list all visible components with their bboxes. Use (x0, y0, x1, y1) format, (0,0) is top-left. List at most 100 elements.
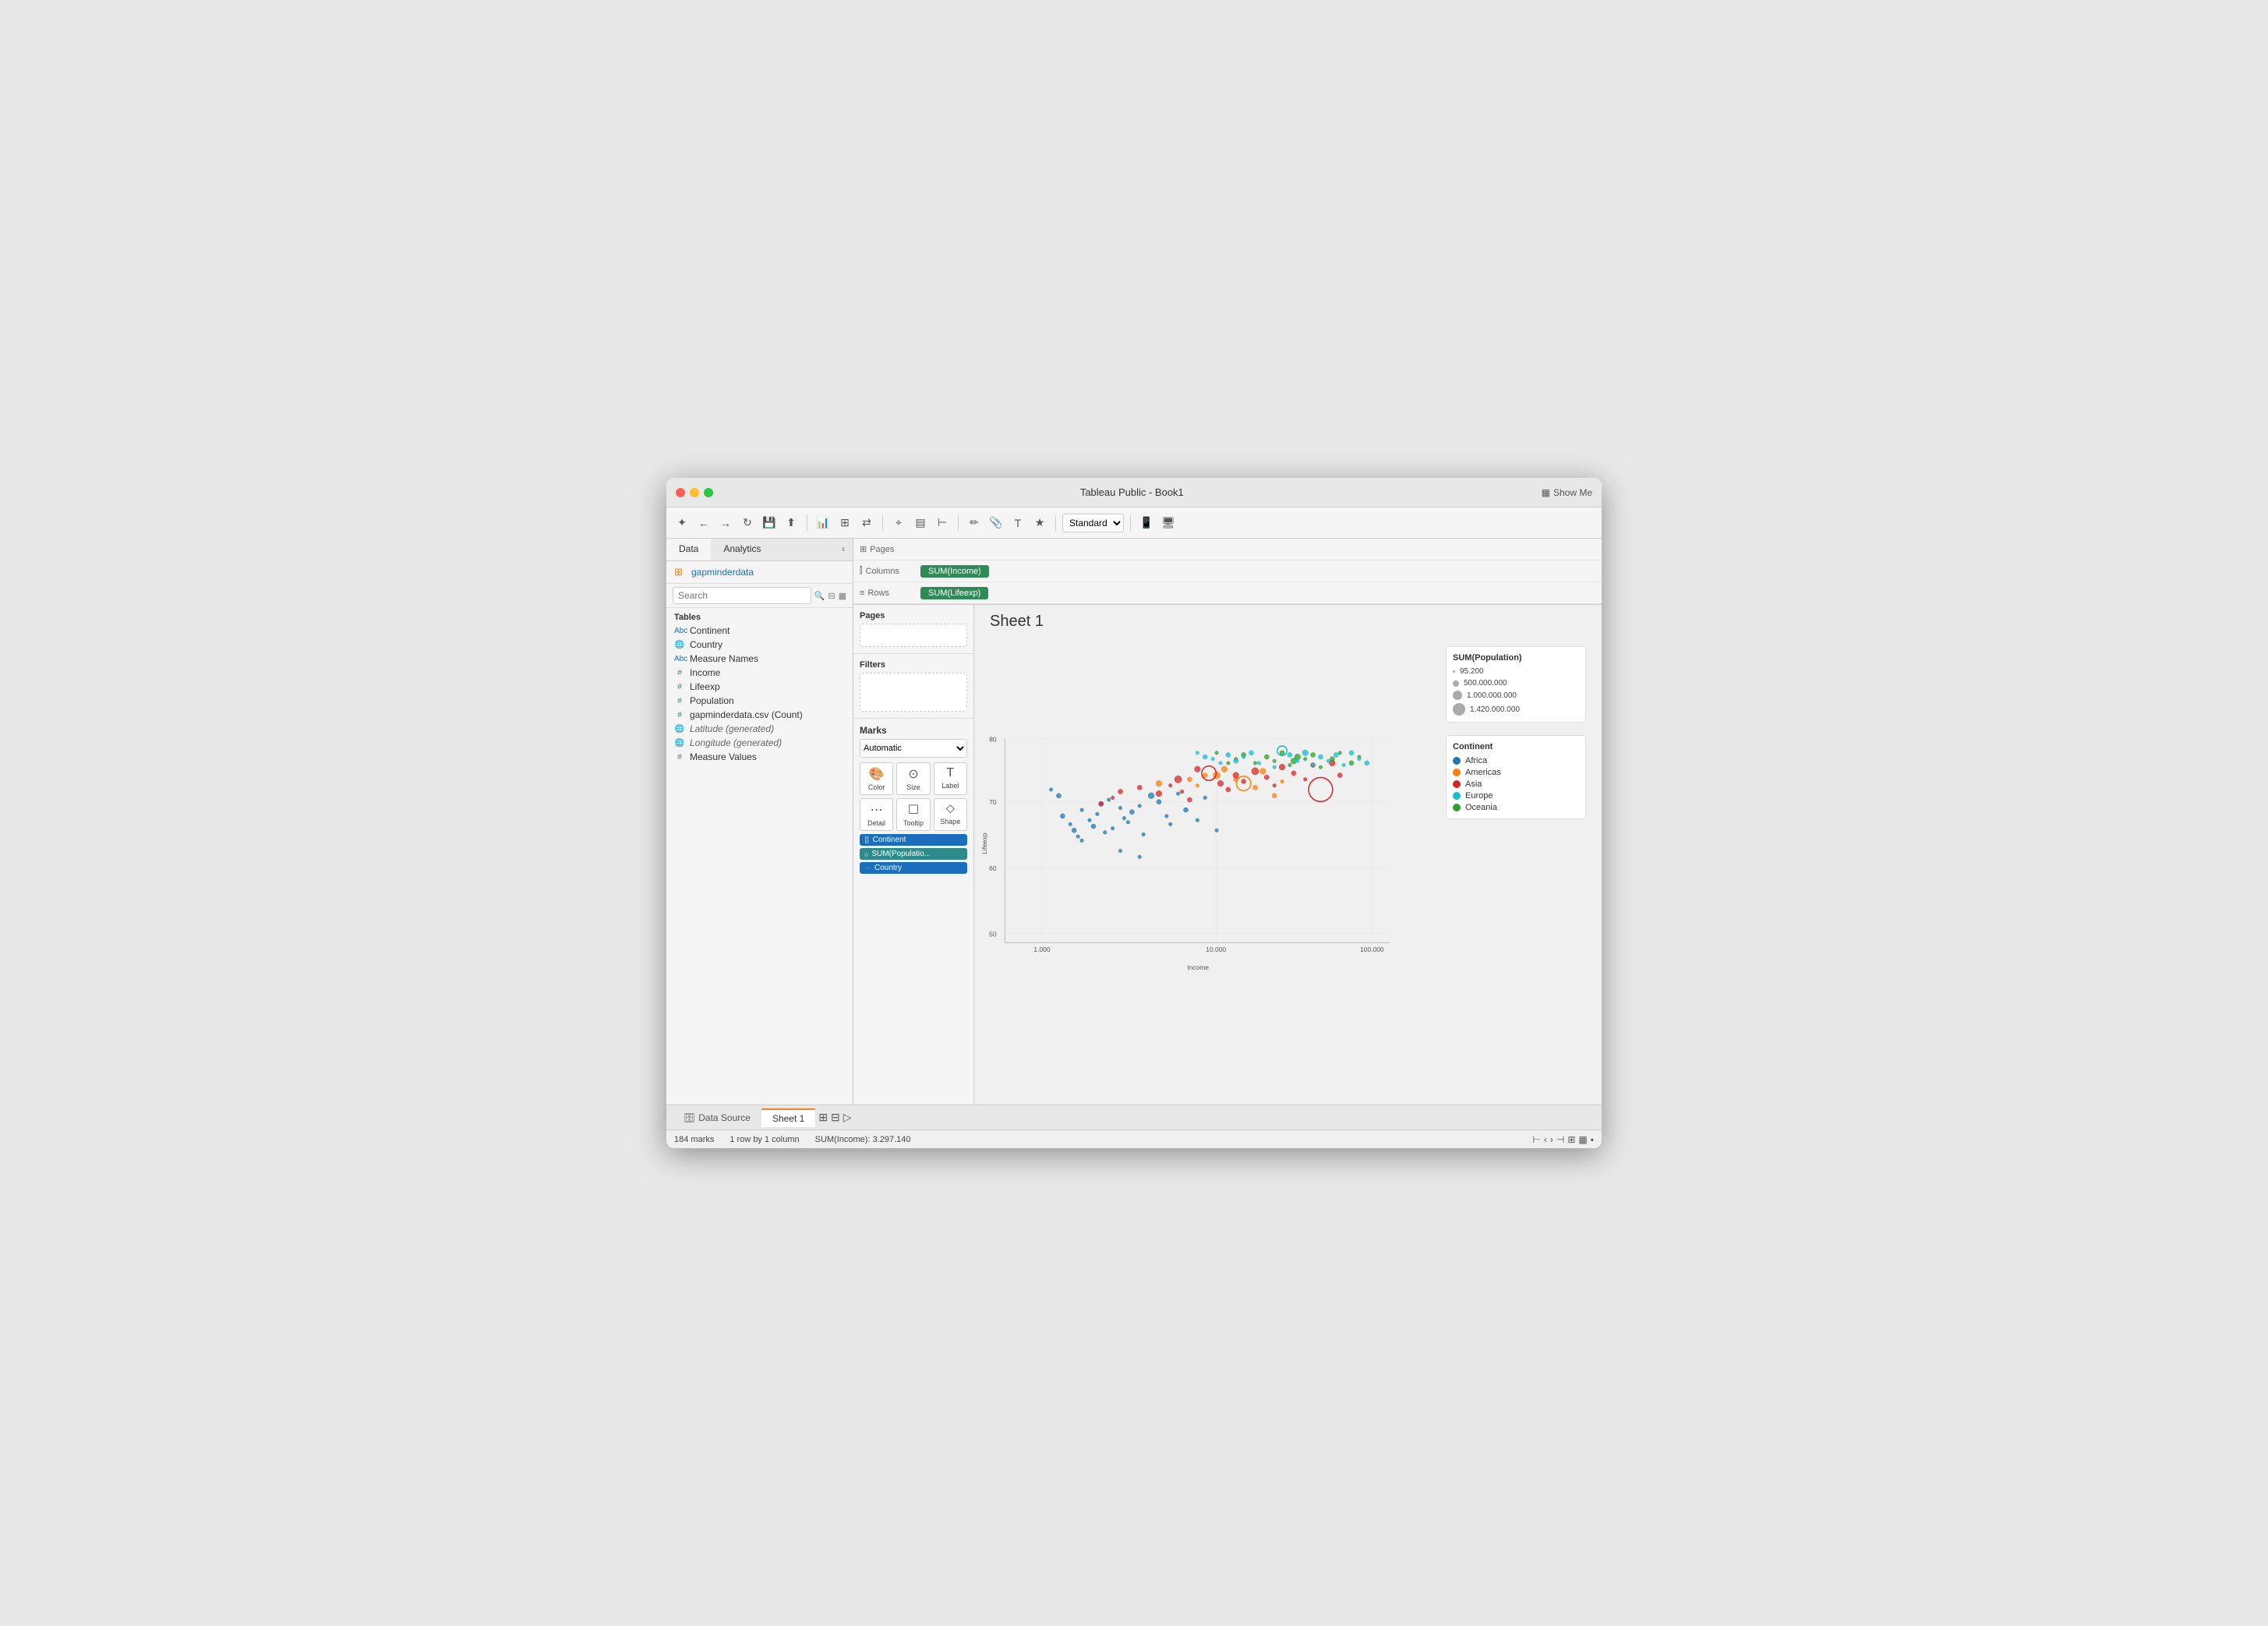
back-button[interactable]: ← (694, 514, 713, 532)
add-sheet-icon[interactable]: ⊞ (818, 1111, 828, 1124)
field-longitude[interactable]: 🌐 Longitude (generated) (666, 736, 853, 750)
paperclip-icon[interactable]: 📎 (987, 514, 1005, 532)
tab-sheet1[interactable]: Sheet 1 (761, 1108, 815, 1127)
panel-tabs: Data Analytics ‹ (666, 539, 853, 561)
detail-label: Detail (867, 819, 885, 827)
field-measure-values[interactable]: # Measure Values (666, 750, 853, 764)
columns-shelf-row: ⫿ Columns SUM(Income) (853, 560, 1602, 582)
show-headers-button[interactable]: ▤ (911, 514, 930, 532)
legend-color-europe: Europe (1453, 791, 1579, 801)
field-type-icon-continent: Abc (674, 627, 685, 635)
legend-label-europe: Europe (1465, 791, 1493, 801)
mark-labels-button[interactable]: ⌖ (889, 514, 908, 532)
legend-color-items: Africa Americas Asia (1453, 756, 1579, 812)
legend-color-asia: Asia (1453, 779, 1579, 789)
device-preview-button[interactable]: 📱 (1137, 514, 1156, 532)
rows-icon: ≡ (860, 589, 864, 598)
viz-type-select[interactable]: Standard (1062, 514, 1124, 532)
field-country[interactable]: 🌐 Country (666, 638, 853, 652)
population-pill-icon: ○ (864, 850, 868, 858)
marks-pill-country[interactable]: ⋯ Country (860, 862, 967, 874)
search-input[interactable] (673, 587, 811, 604)
new-sheet-button[interactable]: 📊 (814, 514, 832, 532)
sep5 (1130, 515, 1131, 531)
marks-color-btn[interactable]: 🎨 Color (860, 762, 893, 795)
tooltip-label: Tooltip (903, 819, 924, 827)
rows-pill[interactable]: SUM(Lifeexp) (920, 587, 988, 599)
legend-size-title: SUM(Population) (1453, 653, 1579, 663)
field-type-icon-measure-names: Abc (674, 655, 685, 663)
columns-pill[interactable]: SUM(Income) (920, 565, 989, 578)
redo-button[interactable]: ↻ (738, 514, 757, 532)
legend-size-row-2: 500.000.000 (1453, 679, 1579, 688)
nav-prev-icon[interactable]: ‹ (1544, 1134, 1547, 1145)
nav-first-icon[interactable]: ⊢ (1532, 1134, 1540, 1145)
sep2 (882, 515, 883, 531)
text-icon[interactable]: T (1009, 514, 1027, 532)
fix-axes-button[interactable]: ⊢ (933, 514, 952, 532)
tooltip-icon: ☐ (908, 802, 919, 818)
presentation-button[interactable]: 🖥 (1159, 514, 1178, 532)
field-type-icon-longitude: 🌐 (674, 739, 685, 748)
marks-shape-btn[interactable]: ⬦ Shape (934, 798, 967, 831)
marks-type-select[interactable]: Automatic (860, 739, 967, 758)
close-button[interactable] (676, 488, 685, 497)
present-sheet-icon[interactable]: ▷ (843, 1111, 852, 1124)
swap-button[interactable]: ⇄ (857, 514, 876, 532)
marks-label-btn[interactable]: T Label (934, 762, 967, 795)
x-tick-1000: 1.000 (1033, 946, 1050, 953)
nav-last-icon[interactable]: ⊣ (1556, 1134, 1564, 1145)
side-panels: Pages Filters Marks Automatic (853, 605, 974, 1105)
view-icon: ▦ (839, 591, 846, 601)
duplicate-sheet-button[interactable]: ⊞ (835, 514, 854, 532)
content-area: Pages Filters Marks Automatic (853, 605, 1602, 1105)
field-continent[interactable]: Abc Continent (666, 624, 853, 638)
bottom-bar: 🗄 Data Source Sheet 1 ⊞ ⊟ ▷ (666, 1105, 1602, 1129)
minimize-button[interactable] (690, 488, 699, 497)
size-icon: ⊙ (908, 766, 918, 782)
field-count[interactable]: # gapminderdata.csv (Count) (666, 708, 853, 722)
field-measure-names[interactable]: Abc Measure Names (666, 652, 853, 666)
country-pill-icon: ⋯ (864, 864, 871, 872)
maximize-button[interactable] (704, 488, 713, 497)
marks-size-btn[interactable]: ⊙ Size (896, 762, 930, 795)
traffic-lights (676, 488, 713, 497)
marks-pill-continent[interactable]: ⣿ Continent (860, 834, 967, 846)
legend-dot-europe (1453, 792, 1461, 800)
marks-tooltip-btn[interactable]: ☐ Tooltip (896, 798, 930, 831)
pen-icon[interactable]: ✏ (965, 514, 984, 532)
show-me-button[interactable]: ▦ Show Me (1542, 487, 1592, 498)
panel-close-button[interactable]: ‹ (834, 539, 853, 560)
field-income[interactable]: # Income (666, 666, 853, 680)
grid-view-icon[interactable]: ⊞ (1567, 1134, 1575, 1145)
tab-data[interactable]: Data (666, 539, 711, 560)
duplicate-sheet-icon[interactable]: ⊟ (831, 1111, 840, 1124)
forward-button[interactable]: → (716, 514, 735, 532)
field-lifeexp[interactable]: # Lifeexp (666, 680, 853, 694)
field-type-icon-country: 🌐 (674, 641, 685, 649)
toolbar: ✦ ← → ↻ 💾 ⬆ 📊 ⊞ ⇄ ⌖ ▤ ⊢ ✏ 📎 T ★ Standard… (666, 507, 1602, 539)
list-view-icon[interactable]: ▦ (1578, 1134, 1587, 1145)
legend-label-oceania: Oceania (1465, 803, 1497, 812)
status-sum: SUM(Income): 3.297.140 (815, 1135, 911, 1144)
field-population[interactable]: # Population (666, 694, 853, 708)
publish-button[interactable]: ⬆ (782, 514, 800, 532)
detail-view-icon[interactable]: ▪ (1591, 1134, 1594, 1145)
field-latitude[interactable]: 🌐 Latitude (generated) (666, 722, 853, 736)
tab-data-source[interactable]: 🗄 Data Source (673, 1109, 761, 1126)
filters-panel-title: Filters (860, 660, 967, 670)
tableau-icon[interactable]: ✦ (673, 514, 691, 532)
data-points (1049, 746, 1369, 859)
data-source-icon: 🗄 (684, 1112, 695, 1123)
color-label: Color (868, 783, 885, 791)
star-icon[interactable]: ★ (1030, 514, 1049, 532)
save-button[interactable]: 💾 (760, 514, 779, 532)
marks-pill-population[interactable]: ○ SUM(Populatio... (860, 848, 967, 860)
center-panel: ⊞ Pages ⫿ Columns SUM(Income) ≡ Rows (853, 539, 1602, 1105)
status-bar: 184 marks 1 row by 1 column SUM(Income):… (666, 1129, 1602, 1148)
nav-next-icon[interactable]: › (1550, 1134, 1553, 1145)
marks-detail-btn[interactable]: ⋯ Detail (860, 798, 893, 831)
marks-title: Marks (860, 725, 967, 736)
tab-analytics[interactable]: Analytics (711, 539, 773, 560)
datasource-name[interactable]: gapminderdata (691, 567, 754, 578)
